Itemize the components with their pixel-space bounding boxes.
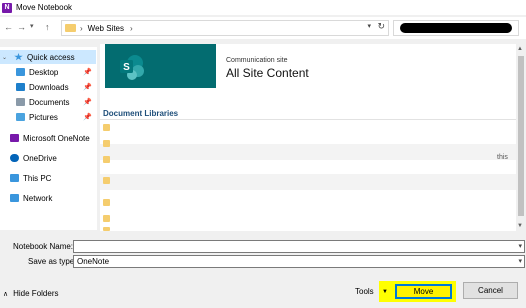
onenote-icon: [10, 134, 19, 142]
library-item-icon[interactable]: [103, 177, 110, 184]
pin-icon: 📌: [83, 84, 92, 91]
chevron-down-icon[interactable]: ▾: [367, 22, 371, 30]
refresh-icon[interactable]: ↻: [377, 21, 385, 32]
save-as-type-select[interactable]: OneNote ▾: [73, 255, 525, 268]
pin-icon: 📌: [83, 69, 92, 76]
navigation-pane: ⌄ Quick access Desktop 📌 Downloads 📌 Doc…: [0, 47, 97, 230]
up-arrow-icon[interactable]: ↑: [45, 22, 50, 32]
library-item-icon[interactable]: [103, 140, 110, 147]
forward-arrow-icon[interactable]: →: [17, 22, 26, 32]
star-icon: [14, 53, 23, 61]
redacted-search-text: [400, 23, 512, 33]
list-row-band: [100, 144, 516, 160]
list-row-band: [100, 174, 516, 190]
pc-icon: [10, 174, 19, 182]
svg-text:S: S: [123, 62, 130, 73]
sidebar-item-onedrive[interactable]: OneDrive: [0, 151, 96, 165]
sidebar-item-microsoft-onenote[interactable]: Microsoft OneNote: [0, 131, 96, 145]
sidebar-item-documents[interactable]: Documents 📌: [0, 95, 96, 109]
pin-icon: 📌: [83, 99, 92, 106]
sidebar-item-downloads[interactable]: Downloads 📌: [0, 80, 96, 94]
back-arrow-icon[interactable]: ←: [4, 22, 13, 32]
sharepoint-logo-icon: S: [120, 55, 144, 80]
library-item-icon[interactable]: [103, 199, 110, 206]
sidebar-item-quick-access[interactable]: ⌄ Quick access: [0, 50, 96, 64]
pictures-icon: [16, 113, 25, 121]
onenote-app-icon: N: [2, 2, 12, 13]
notebook-name-label: Notebook Name:: [13, 242, 74, 251]
network-icon: [10, 194, 19, 202]
vertical-scrollbar[interactable]: ▲ ▼: [516, 44, 526, 231]
library-item-icon[interactable]: [103, 215, 110, 222]
chevron-down-icon[interactable]: ▾: [518, 242, 522, 250]
desktop-icon: [16, 68, 25, 76]
move-button[interactable]: Move: [395, 284, 452, 299]
scroll-thumb[interactable]: [518, 56, 524, 216]
site-content-pane: S Communication site All Site Content Do…: [100, 44, 516, 231]
site-banner: S: [105, 44, 216, 88]
save-as-type-value: OneNote: [77, 257, 110, 266]
sidebar-item-label: Desktop: [29, 67, 59, 77]
cancel-button[interactable]: Cancel: [463, 282, 518, 299]
chevron-right-icon: ›: [80, 23, 83, 33]
sidebar-item-this-pc[interactable]: This PC: [0, 171, 96, 185]
window-title: Move Notebook: [16, 3, 73, 12]
recent-dropdown-icon[interactable]: ▾: [30, 22, 34, 32]
chevron-down-icon[interactable]: ▾: [518, 257, 522, 265]
section-divider: [100, 119, 516, 120]
sidebar-item-label: Pictures: [29, 112, 58, 122]
hide-folders-toggle[interactable]: ∧ Hide Folders: [3, 289, 58, 298]
pin-icon: 📌: [83, 114, 92, 121]
library-item-icon[interactable]: [103, 124, 110, 131]
sidebar-item-label: Microsoft OneNote: [23, 133, 90, 143]
sidebar-item-pictures[interactable]: Pictures 📌: [0, 110, 96, 124]
sidebar-item-label: Network: [23, 193, 53, 203]
save-as-type-label: Save as type:: [28, 257, 77, 266]
sidebar-item-label: Downloads: [29, 82, 69, 92]
folder-icon: [65, 24, 76, 32]
onedrive-icon: [10, 154, 19, 162]
scroll-up-arrow-icon[interactable]: ▲: [517, 46, 523, 52]
tools-dropdown-icon[interactable]: ▼: [379, 281, 391, 302]
chevron-down-icon[interactable]: ⌄: [2, 54, 14, 61]
sidebar-item-label: This PC: [23, 173, 52, 183]
chevron-right-icon[interactable]: ›: [130, 24, 133, 33]
tools-menu[interactable]: Tools: [355, 287, 374, 296]
address-path[interactable]: Web Sites: [88, 24, 124, 33]
hide-folders-label: Hide Folders: [13, 289, 59, 298]
sidebar-item-desktop[interactable]: Desktop 📌: [0, 65, 96, 79]
sidebar-item-network[interactable]: Network: [0, 191, 96, 205]
truncated-item-text: this: [497, 154, 508, 161]
address-bar[interactable]: › Web Sites › ▾ ↻: [61, 20, 389, 36]
caret-up-icon: ∧: [3, 290, 9, 298]
site-title: All Site Content: [226, 66, 309, 80]
title-bar: N Move Notebook: [0, 0, 526, 15]
sidebar-item-label: Quick access: [27, 52, 75, 62]
library-item-icon[interactable]: [103, 227, 110, 231]
documents-icon: [16, 98, 25, 106]
move-button-highlight: Move: [391, 281, 456, 302]
download-icon: [16, 83, 25, 91]
sidebar-item-label: OneDrive: [23, 153, 57, 163]
address-row: ← → ▾ ↑ › Web Sites › ▾ ↻: [0, 17, 526, 39]
sidebar-item-label: Documents: [29, 97, 70, 107]
notebook-name-input[interactable]: ▾: [73, 240, 525, 253]
search-input[interactable]: [393, 20, 519, 36]
site-subtitle: Communication site: [226, 57, 288, 64]
library-item-icon[interactable]: [103, 156, 110, 163]
document-libraries-heading: Document Libraries: [103, 109, 179, 118]
scroll-down-arrow-icon[interactable]: ▼: [517, 223, 523, 229]
